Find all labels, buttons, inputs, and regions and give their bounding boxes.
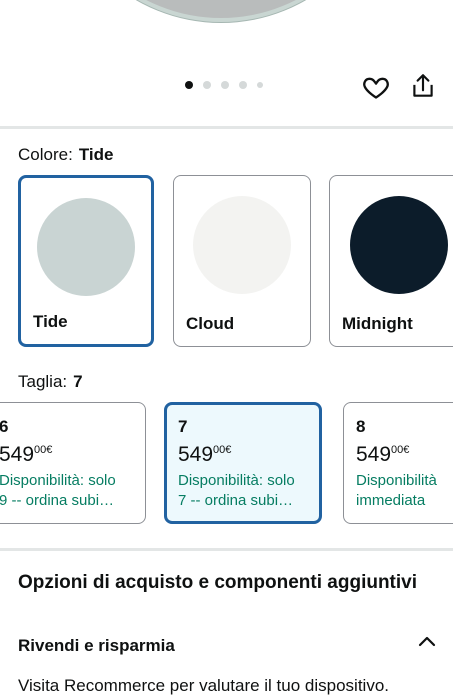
availability-line-1: Disponibilità: solo [178, 472, 295, 489]
size-selected-value: 7 [73, 372, 83, 391]
color-selected-value: Tide [78, 145, 114, 164]
availability-line-2: immediata [356, 492, 426, 509]
carousel-dot-5[interactable] [257, 82, 263, 88]
color-option-name: Midnight [342, 314, 413, 333]
size-option-7[interactable]: 7 54900€ Disponibilità: solo 7 -- ordina… [164, 402, 322, 524]
chevron-up-icon[interactable] [418, 634, 436, 648]
color-swatch-circle [37, 198, 135, 296]
size-label: Taglia: [18, 372, 68, 391]
carousel-dot-2[interactable] [203, 81, 211, 89]
carousel-dot-3[interactable] [221, 81, 229, 89]
purchase-options-title: Opzioni di acquisto e componenti aggiunt… [18, 572, 418, 593]
resell-description: Visita Recommerce per valutare il tuo di… [18, 676, 390, 695]
size-option-price: 54900€ [0, 443, 133, 467]
size-option-6[interactable]: 6 54900€ Disponibilità: solo 9 -- ordina… [0, 402, 146, 524]
price-decimal: 00€ [391, 444, 410, 456]
size-option-price: 54900€ [178, 443, 308, 467]
price-integer: 549 [0, 443, 35, 466]
resell-title[interactable]: Rivendi e risparmia [18, 636, 175, 656]
carousel-dot-4[interactable] [239, 81, 247, 89]
availability-line-2: 9 -- ordina subi… [0, 492, 115, 509]
color-option-name: Cloud [186, 314, 235, 333]
price-decimal: 00€ [34, 444, 53, 456]
availability-line-1: Disponibilità [356, 472, 437, 489]
color-swatch-circle [193, 196, 291, 294]
size-label-row: Taglia: 7 [18, 372, 83, 392]
size-option-price: 54900€ [356, 443, 453, 467]
product-photo [56, 0, 386, 22]
availability-line-2: 7 -- ordina subi… [178, 492, 294, 509]
size-option-8[interactable]: 8 54900€ Disponibilità immediata [343, 402, 453, 524]
share-icon[interactable] [410, 72, 436, 100]
carousel-dot-1[interactable] [185, 81, 193, 89]
divider [0, 548, 453, 551]
color-option-tide[interactable]: Tide [18, 175, 154, 347]
size-option-label: 7 [178, 417, 188, 436]
color-option-midnight[interactable]: Midnight [329, 175, 453, 347]
heart-icon[interactable] [362, 73, 390, 101]
price-integer: 549 [178, 443, 214, 466]
price-integer: 549 [356, 443, 392, 466]
price-decimal: 00€ [213, 444, 232, 456]
color-swatch-circle [350, 196, 448, 294]
product-image[interactable] [0, 0, 453, 60]
color-option-cloud[interactable]: Cloud [173, 175, 311, 347]
color-label: Colore: [18, 145, 73, 164]
availability-line-1: Disponibilità: solo [0, 472, 116, 489]
divider [0, 126, 453, 129]
carousel-indicator [185, 81, 263, 89]
size-option-label: 6 [0, 417, 9, 436]
size-option-label: 8 [356, 417, 366, 436]
color-option-name: Tide [33, 312, 68, 331]
color-label-row: Colore: Tide [18, 145, 113, 165]
